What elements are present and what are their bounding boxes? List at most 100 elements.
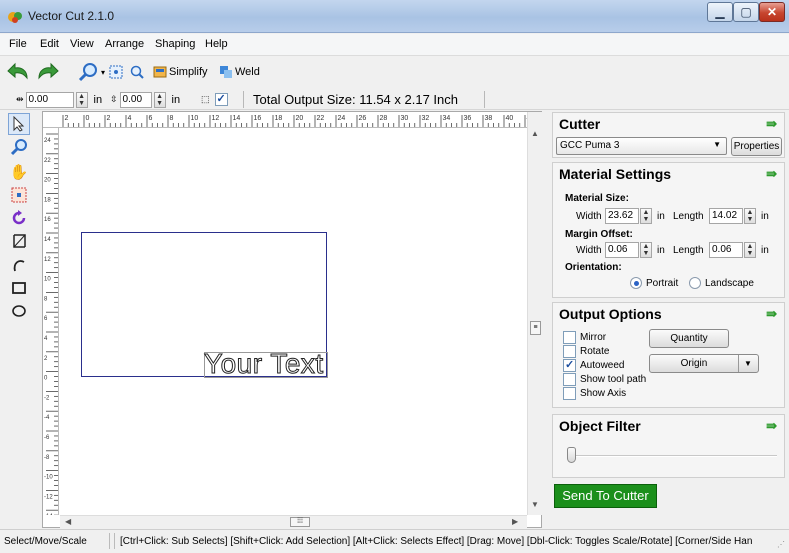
autoweed-checkbox[interactable] (563, 358, 576, 372)
node-tool[interactable] (8, 184, 30, 206)
text-object[interactable]: Your Text (204, 348, 324, 380)
minimize-button[interactable]: ▁ (707, 2, 733, 22)
menu-file[interactable]: File (9, 38, 27, 50)
show-tool-path-option[interactable]: Show tool path (563, 373, 646, 386)
material-length-unit: in (761, 211, 769, 222)
horizontal-ruler: 2024681012141618202224262830323436384042 (43, 112, 527, 128)
ruler-label: 12 (44, 257, 51, 263)
x-position-input[interactable]: 0.00 (25, 91, 74, 108)
margin-width-unit: in (657, 245, 665, 256)
rotate-option[interactable]: Rotate (563, 345, 609, 358)
menu-edit[interactable]: Edit (40, 38, 59, 50)
material-width-input[interactable]: 23.62 (605, 208, 639, 224)
simplify-button[interactable]: Simplify (153, 60, 208, 84)
collapse-arrow-icon[interactable]: ⇛ (766, 166, 777, 182)
ruler-label: 30 (401, 115, 409, 122)
vertical-scroll-thumb[interactable]: ≡ (530, 321, 541, 335)
menu-shaping[interactable]: Shaping (155, 38, 195, 50)
hand-icon: ✋ (9, 164, 29, 181)
menu-help[interactable]: Help (205, 38, 228, 50)
margin-width-stepper[interactable]: ▲ ▼ (640, 242, 652, 258)
ruler-label: 2 (44, 356, 48, 362)
horizontal-scrollbar[interactable]: ◀ ⁞⁞⁞ ▶ (60, 515, 527, 528)
filter-slider-track[interactable] (567, 455, 777, 457)
landscape-radio[interactable] (689, 277, 701, 289)
autoweed-option[interactable]: Autoweed (563, 358, 625, 372)
portrait-radio[interactable] (630, 277, 642, 289)
lock-ratio-checkbox[interactable] (214, 92, 228, 106)
menu-arrange[interactable]: Arrange (105, 38, 144, 50)
redo-button[interactable] (35, 60, 59, 84)
collapse-arrow-icon[interactable]: ⇛ (766, 418, 777, 434)
pan-tool[interactable]: ✋ (8, 161, 30, 183)
y-position-stepper[interactable]: ▲ ▼ (153, 91, 166, 108)
collapse-arrow-icon[interactable]: ⇛ (766, 116, 777, 132)
quantity-button[interactable]: Quantity (649, 329, 729, 348)
select-tool[interactable] (8, 113, 30, 135)
origin-split-button[interactable]: Origin ▼ (649, 354, 759, 373)
resize-grip-icon[interactable]: ⋰ (777, 540, 785, 549)
scroll-right-icon[interactable]: ▶ (512, 517, 518, 526)
pointer-icon (13, 116, 25, 132)
close-button[interactable]: ✕ (759, 2, 785, 22)
landscape-option[interactable]: Landscape (689, 277, 754, 289)
ellipse-icon (12, 305, 26, 317)
portrait-option[interactable]: Portrait (630, 277, 678, 289)
status-bar: Select/Move/Scale [Ctrl+Click: Sub Selec… (0, 529, 789, 553)
vertical-scrollbar[interactable]: ▲ ≡ ▼ (527, 112, 542, 515)
ruler-label: 16 (254, 115, 262, 122)
material-length-input[interactable]: 14.02 (709, 208, 743, 224)
undo-button[interactable] (7, 60, 31, 84)
zoom-fit-button[interactable] (109, 60, 123, 84)
weld-button[interactable]: Weld (219, 60, 260, 84)
magnifier-icon (10, 139, 27, 156)
show-axis-option[interactable]: Show Axis (563, 387, 626, 400)
chevron-down-icon[interactable]: ▼ (744, 355, 752, 372)
ruler-label: 14 (233, 115, 241, 122)
material-length-stepper[interactable]: ▲ ▼ (744, 208, 756, 224)
ruler-label: 0 (44, 376, 48, 382)
mirror-checkbox[interactable] (563, 331, 576, 344)
show-tool-path-checkbox[interactable] (563, 373, 576, 386)
margin-length-input[interactable]: 0.06 (709, 242, 743, 258)
zoom-in-button[interactable] (130, 60, 144, 84)
menu-bar: File Edit View Arrange Shaping Help (0, 34, 789, 56)
ruler-label: 20 (44, 178, 51, 184)
rotate-tool[interactable] (8, 207, 30, 229)
collapse-arrow-icon[interactable]: ⇛ (766, 306, 777, 322)
mirror-option[interactable]: Mirror (563, 331, 606, 344)
zoom-button[interactable]: ▾ (77, 60, 105, 84)
material-width-stepper[interactable]: ▲ ▼ (640, 208, 652, 224)
ruler-label: 36 (464, 115, 472, 122)
menu-view[interactable]: View (70, 38, 94, 50)
zoom-tool[interactable] (8, 136, 30, 158)
material-settings-title: Material Settings (559, 166, 672, 182)
margin-length-stepper[interactable]: ▲ ▼ (744, 242, 756, 258)
skew-tool[interactable] (8, 230, 30, 252)
arc-tool[interactable] (8, 254, 30, 276)
rotate-checkbox[interactable] (563, 345, 576, 358)
cutter-model-select[interactable]: GCC Puma 3 ▼ (556, 137, 727, 155)
scroll-down-icon[interactable]: ▼ (531, 500, 539, 509)
horizontal-scroll-thumb[interactable]: ⁞⁞⁞ (290, 517, 310, 527)
autoweed-label: Autoweed (580, 360, 625, 371)
scroll-up-icon[interactable]: ▲ (531, 129, 539, 138)
ruler-label: 14 (44, 237, 51, 243)
show-axis-checkbox[interactable] (563, 387, 576, 400)
properties-button[interactable]: Properties (731, 137, 782, 156)
ellipse-tool[interactable] (8, 300, 30, 322)
chevron-down-icon: ▾ (101, 67, 106, 77)
x-position-icon: ⇹ (16, 94, 24, 104)
maximize-button[interactable]: ▢ (733, 2, 759, 22)
rectangle-icon (12, 282, 26, 294)
scroll-left-icon[interactable]: ◀ (65, 517, 71, 526)
x-position-stepper[interactable]: ▲ ▼ (75, 91, 88, 108)
cutter-title: Cutter (559, 116, 601, 132)
minimize-icon: ▁ (715, 5, 725, 19)
rectangle-tool[interactable] (8, 277, 30, 299)
margin-width-input[interactable]: 0.06 (605, 242, 639, 258)
margin-width-label: Width (576, 245, 602, 256)
send-to-cutter-button[interactable]: Send To Cutter (554, 484, 657, 508)
y-position-input[interactable]: 0.00 (119, 91, 152, 108)
filter-slider-thumb[interactable] (567, 447, 576, 463)
